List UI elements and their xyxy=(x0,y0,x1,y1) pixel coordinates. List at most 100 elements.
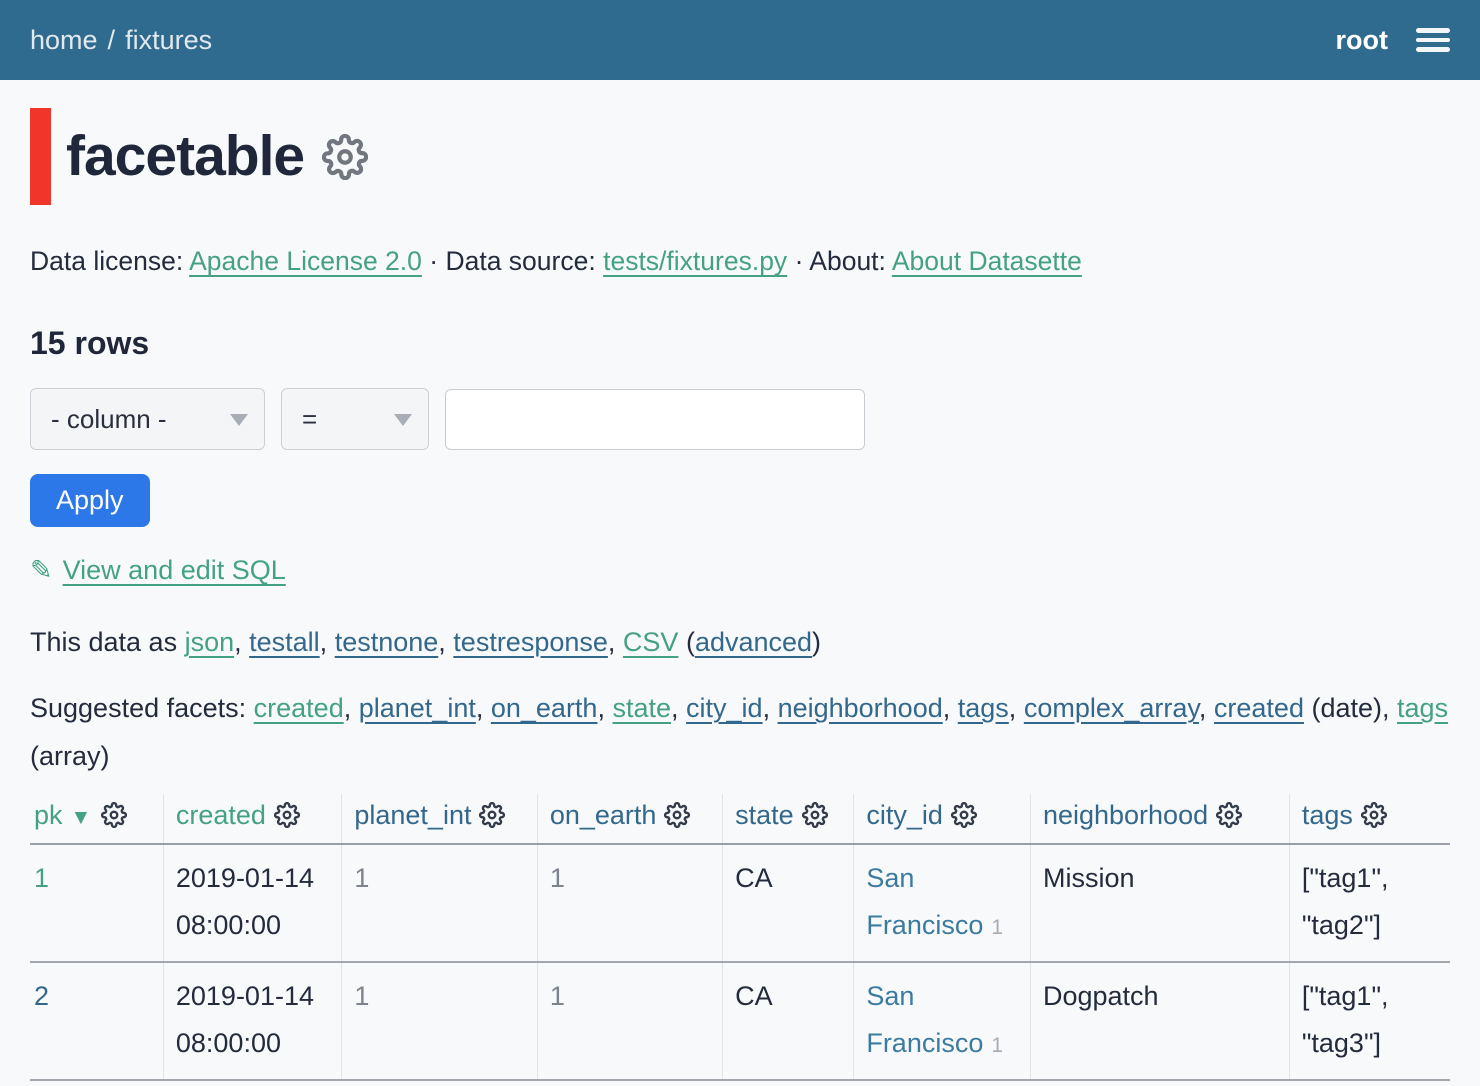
column-cog-icon-neighborhood[interactable] xyxy=(1216,802,1242,828)
column-filter-select[interactable]: - column - xyxy=(30,388,265,450)
export-link-testresponse[interactable]: testresponse xyxy=(453,627,608,657)
table-row: 12019-01-14 08:00:0011CASan Francisco1Mi… xyxy=(30,844,1450,962)
export-link-testnone[interactable]: testnone xyxy=(335,627,439,657)
foreign-key-id: 1 xyxy=(991,1034,1003,1057)
facet-link-complex_array[interactable]: complex_array xyxy=(1024,693,1199,723)
license-link[interactable]: Apache License 2.0 xyxy=(189,246,422,276)
column-sort-link-tags[interactable]: tags xyxy=(1302,800,1353,830)
facet-link-on_earth[interactable]: on_earth xyxy=(491,693,598,723)
table-row: 2 2019-01-14 08:00:00 1 1 CA San Francisco 1 Do… xyxy=(30,962,1450,1080)
column-cog-icon-tags[interactable] xyxy=(1361,802,1387,828)
column-header-neighborhood: neighborhood xyxy=(1030,794,1289,844)
export-link-advanced[interactable]: advanced xyxy=(695,627,812,657)
column-sort-link-on_earth[interactable]: on_earth xyxy=(550,800,657,830)
column-sort-link-pk[interactable]: pk xyxy=(34,800,63,830)
operator-filter-value: = xyxy=(302,404,317,435)
nav-user-label[interactable]: root xyxy=(1336,25,1388,56)
cell-planet_int: 1 xyxy=(342,962,537,1080)
cell-value: CA xyxy=(735,863,773,893)
about-link[interactable]: About Datasette xyxy=(892,246,1082,276)
page-title: facetable xyxy=(66,108,304,205)
chevron-down-icon xyxy=(230,414,248,426)
top-nav: home / fixtures root xyxy=(0,0,1480,80)
apply-button[interactable]: Apply xyxy=(30,474,150,527)
facets-prefix: Suggested facets: xyxy=(30,693,254,723)
column-cog-icon-created[interactable] xyxy=(274,802,300,828)
export-links-row: This data as json, testall, testnone, te… xyxy=(30,622,1450,662)
column-header-state: state xyxy=(723,794,854,844)
cell-value: 2019-01-14 08:00:00 xyxy=(176,863,314,940)
facet-link-city_id[interactable]: city_id xyxy=(686,693,763,723)
column-sort-link-state[interactable]: state xyxy=(735,800,794,830)
dot-separator: · xyxy=(795,246,804,276)
cell-link-city_id[interactable]: San Francisco xyxy=(866,981,983,1058)
facet-link-neighborhood[interactable]: neighborhood xyxy=(778,693,943,723)
cell-city_id: San Francisco 1 xyxy=(854,844,1031,962)
cell-value: CA xyxy=(735,981,773,1011)
sql-link-row: ✎ View and edit SQL xyxy=(30,555,1450,586)
column-cog-icon-state[interactable] xyxy=(802,802,828,828)
operator-filter-select[interactable]: = xyxy=(281,388,429,450)
facet-link-created[interactable]: created xyxy=(1214,693,1304,723)
cell-value: 1 xyxy=(354,981,369,1011)
breadcrumb-separator: / xyxy=(108,25,116,55)
facet-link-planet_int[interactable]: planet_int xyxy=(359,693,476,723)
cell-tags: ["tag1", "tag2"] xyxy=(1289,844,1450,962)
column-sort-link-city_id[interactable]: city_id xyxy=(866,800,943,830)
column-sort-link-created[interactable]: created xyxy=(176,800,266,830)
cell-pk: 1 xyxy=(30,844,163,962)
data-table: pk▼ created planet_int on_earth state ci… xyxy=(30,794,1450,1081)
view-edit-sql-link[interactable]: View and edit SQL xyxy=(63,555,286,585)
column-filter-value: - column - xyxy=(51,404,167,435)
pencil-icon: ✎ xyxy=(30,555,53,585)
cell-link-pk[interactable]: 2 xyxy=(34,981,49,1011)
cell-value: Mission xyxy=(1043,863,1135,893)
column-cog-icon-pk[interactable] xyxy=(101,802,127,828)
cell-neighborhood: Dogpatch xyxy=(1030,962,1289,1080)
cell-value: 2019-01-14 08:00:00 xyxy=(176,981,314,1058)
column-header-on_earth: on_earth xyxy=(537,794,722,844)
foreign-key-id: 1 xyxy=(991,916,1003,939)
table-cog-icon[interactable] xyxy=(322,134,368,180)
column-header-city_id: city_id xyxy=(854,794,1031,844)
table-header-row: pk▼ created planet_int on_earth state ci… xyxy=(30,794,1450,844)
cell-link-city_id[interactable]: San Francisco xyxy=(866,863,983,940)
cell-value: ["tag1", "tag2"] xyxy=(1302,863,1389,940)
facet-link-created[interactable]: created xyxy=(254,693,344,723)
export-prefix: This data as xyxy=(30,627,185,657)
export-link-testall[interactable]: testall xyxy=(249,627,320,657)
cell-link-pk[interactable]: 1 xyxy=(34,863,49,893)
page-title-block: facetable xyxy=(30,108,1450,205)
facet-link-tags[interactable]: tags xyxy=(958,693,1009,723)
column-cog-icon-on_earth[interactable] xyxy=(664,802,690,828)
nav-right: root xyxy=(1336,25,1450,56)
cell-state: CA xyxy=(723,962,854,1080)
cell-value: 1 xyxy=(550,981,565,1011)
metadata-line: Data license: Apache License 2.0 · Data … xyxy=(30,243,1450,279)
breadcrumb-link-home[interactable]: home xyxy=(30,25,98,55)
column-sort-link-neighborhood[interactable]: neighborhood xyxy=(1043,800,1208,830)
breadcrumb-link-fixtures[interactable]: fixtures xyxy=(125,25,212,55)
dot-separator: · xyxy=(429,246,438,276)
hamburger-menu-icon[interactable] xyxy=(1416,28,1450,52)
table-cog-icon[interactable] xyxy=(322,134,368,185)
cell-city_id: San Francisco 1 xyxy=(854,962,1031,1080)
cell-tags: ["tag1", "tag3"] xyxy=(1289,962,1450,1080)
source-link[interactable]: tests/fixtures.py xyxy=(603,246,787,276)
filter-value-input[interactable] xyxy=(445,389,865,450)
export-link-json[interactable]: json xyxy=(185,627,235,657)
row-count-heading: 15 rows xyxy=(30,325,1450,362)
breadcrumb: home / fixtures xyxy=(30,25,212,56)
facet-link-state[interactable]: state xyxy=(612,693,671,723)
column-cog-icon-city_id[interactable] xyxy=(951,802,977,828)
column-sort-link-planet_int[interactable]: planet_int xyxy=(354,800,471,830)
cell-value: ["tag1", "tag3"] xyxy=(1302,981,1389,1058)
cell-planet_int: 1 xyxy=(342,844,537,962)
license-label: Data license: xyxy=(30,246,183,276)
export-link-CSV[interactable]: CSV xyxy=(623,627,679,657)
about-label: About: xyxy=(809,246,886,276)
cell-value: 1 xyxy=(550,863,565,893)
column-cog-icon-planet_int[interactable] xyxy=(479,802,505,828)
facet-link-tags[interactable]: tags xyxy=(1397,693,1448,723)
main-content: facetable Data license: Apache License 2… xyxy=(0,108,1480,1081)
